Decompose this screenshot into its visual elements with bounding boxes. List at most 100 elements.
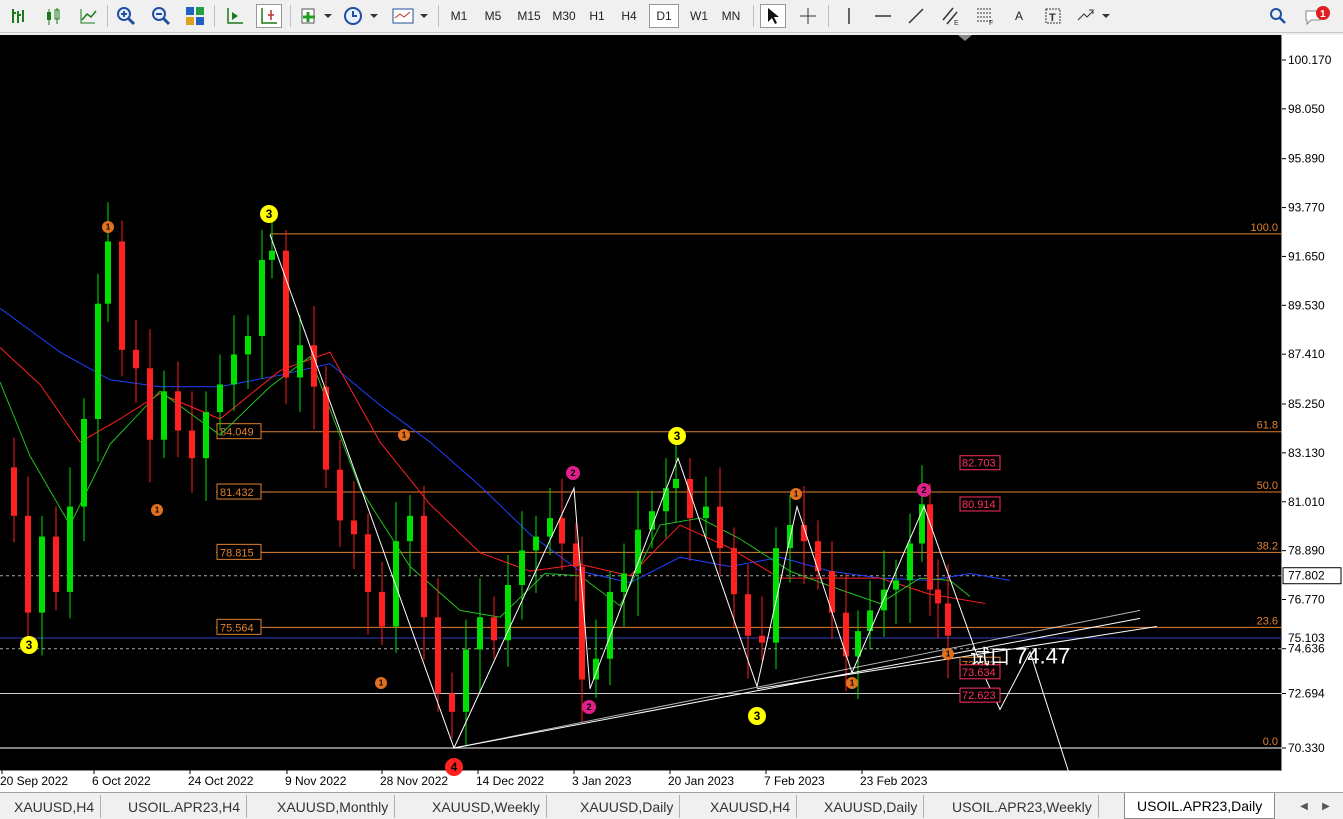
candle-body [635,529,641,574]
candle-body [53,536,59,592]
text-tool-icon[interactable]: A [1006,4,1032,28]
candle-body [935,589,941,604]
price-label: 70.330 [1288,741,1325,755]
candle-body [259,259,265,336]
level-box-label: 73.634 [962,667,996,679]
candle-chart-icon[interactable] [40,4,66,28]
tab-xauusd-daily-2[interactable]: XAUUSD,Daily [818,795,925,818]
zoom-out-icon[interactable] [148,4,174,28]
price-label: 100.170 [1288,53,1332,67]
fibonacci-icon[interactable]: F [972,4,998,28]
candle-body [161,391,167,440]
tf-w1[interactable]: W1 [684,4,714,28]
tab-xauusd-monthly[interactable]: XAUUSD,Monthly [271,795,396,818]
candle-body [621,573,627,592]
tab-scroll-right-icon[interactable]: ▶ [1318,799,1334,813]
price-label: 85.250 [1288,397,1325,411]
main-toolbar: M1 M5 M15 M30 H1 H4 D1 W1 MN E F A T 1 [0,0,1343,33]
candle-body [81,418,87,507]
candle-body [337,469,343,521]
cursor-icon[interactable] [760,4,786,28]
new-indicator-icon[interactable] [298,4,334,28]
candle-body [435,617,441,694]
tab-usoil-h4[interactable]: USOIL.APR23,H4 [122,795,248,818]
wave-label-2: 2 [570,468,575,478]
tab-xauusd-weekly[interactable]: XAUUSD,Weekly [426,795,547,818]
tab-usoil-daily[interactable]: USOIL.APR23,Daily [1124,793,1276,819]
candle-body [231,354,237,385]
candle-body [105,241,111,304]
horizontal-line-icon[interactable] [870,4,896,28]
date-label: 20 Sep 2022 [0,774,68,788]
autoscroll-icon[interactable] [222,4,248,28]
wave-label-4: 4 [451,761,458,774]
price-label: 87.410 [1288,347,1325,361]
wave-label-1: 1 [794,490,799,499]
crosshair-icon[interactable] [795,4,821,28]
fib-pct-label: 50.0 [1257,480,1278,492]
notification-count: 1 [1320,9,1326,20]
price-chart[interactable]: 100.0 61.8 84.049 50.0 81.432 38.2 78.815 23.6 7… [0,35,1343,795]
candle-body [703,506,709,519]
price-label: 93.770 [1288,201,1325,215]
svg-text:E: E [954,20,959,26]
tab-xauusd-h4-2[interactable]: XAUUSD,H4 [704,795,798,818]
tab-usoil-weekly[interactable]: USOIL.APR23,Weekly [946,795,1099,818]
tf-mn[interactable]: MN [716,4,746,28]
date-label: 9 Nov 2022 [285,774,347,788]
bar-chart-icon[interactable] [6,4,32,28]
tf-m1[interactable]: M1 [444,4,474,28]
vertical-line-icon[interactable] [836,4,862,28]
candle-body [39,536,45,613]
tf-m15[interactable]: M15 [512,4,546,28]
price-axis [1282,35,1343,792]
candle-body [95,303,101,419]
wave-label-1: 1 [850,679,855,688]
date-label: 23 Feb 2023 [860,774,928,788]
tf-h4[interactable]: H4 [614,4,644,28]
candle-body [843,612,849,657]
price-label: 83.130 [1288,446,1325,460]
search-icon[interactable] [1265,4,1291,28]
tab-scroll-left-icon[interactable]: ◀ [1296,799,1312,813]
clock-icon[interactable] [342,4,380,28]
date-label: 20 Jan 2023 [668,774,734,788]
candle-body [323,386,329,470]
tile-windows-icon[interactable] [182,4,208,28]
channel-icon[interactable]: E [938,4,964,28]
candle-body [673,478,679,489]
candle-body [297,345,303,378]
candle-body [663,488,669,512]
candle-body [283,250,289,378]
price-label: 98.050 [1288,102,1325,116]
notifications-icon[interactable]: 1 [1302,4,1334,28]
candle-body [25,515,31,613]
wave-label-3: 3 [674,430,681,443]
tab-xauusd-h4[interactable]: XAUUSD,H4 [8,795,102,818]
tf-m30[interactable]: M30 [547,4,581,28]
candle-body [217,384,223,413]
tf-h1[interactable]: H1 [582,4,612,28]
tf-m5[interactable]: M5 [478,4,508,28]
templates-icon[interactable] [390,4,430,28]
date-label: 3 Jan 2023 [572,774,632,788]
line-chart-icon[interactable] [75,4,101,28]
tf-d1[interactable]: D1 [649,4,679,28]
trendline-icon[interactable] [903,4,929,28]
zoom-in-icon[interactable] [113,4,139,28]
price-label: 89.530 [1288,298,1325,312]
tab-xauusd-daily[interactable]: XAUUSD,Daily [574,795,681,818]
fib-price-label: 81.432 [220,487,254,499]
arrows-icon[interactable] [1074,4,1114,28]
date-label: 6 Oct 2022 [92,774,151,788]
fib-price-label: 78.815 [220,547,254,559]
candle-body [593,658,599,680]
level-box-label: 80.914 [962,499,996,511]
svg-text:F: F [989,20,993,26]
wave-label-1: 1 [155,506,160,515]
text-label-icon[interactable]: T [1040,4,1066,28]
chart-shift-icon[interactable] [256,4,282,28]
candle-body [245,335,251,355]
fib-pct-label: 38.2 [1257,540,1278,552]
candle-body [393,541,399,627]
